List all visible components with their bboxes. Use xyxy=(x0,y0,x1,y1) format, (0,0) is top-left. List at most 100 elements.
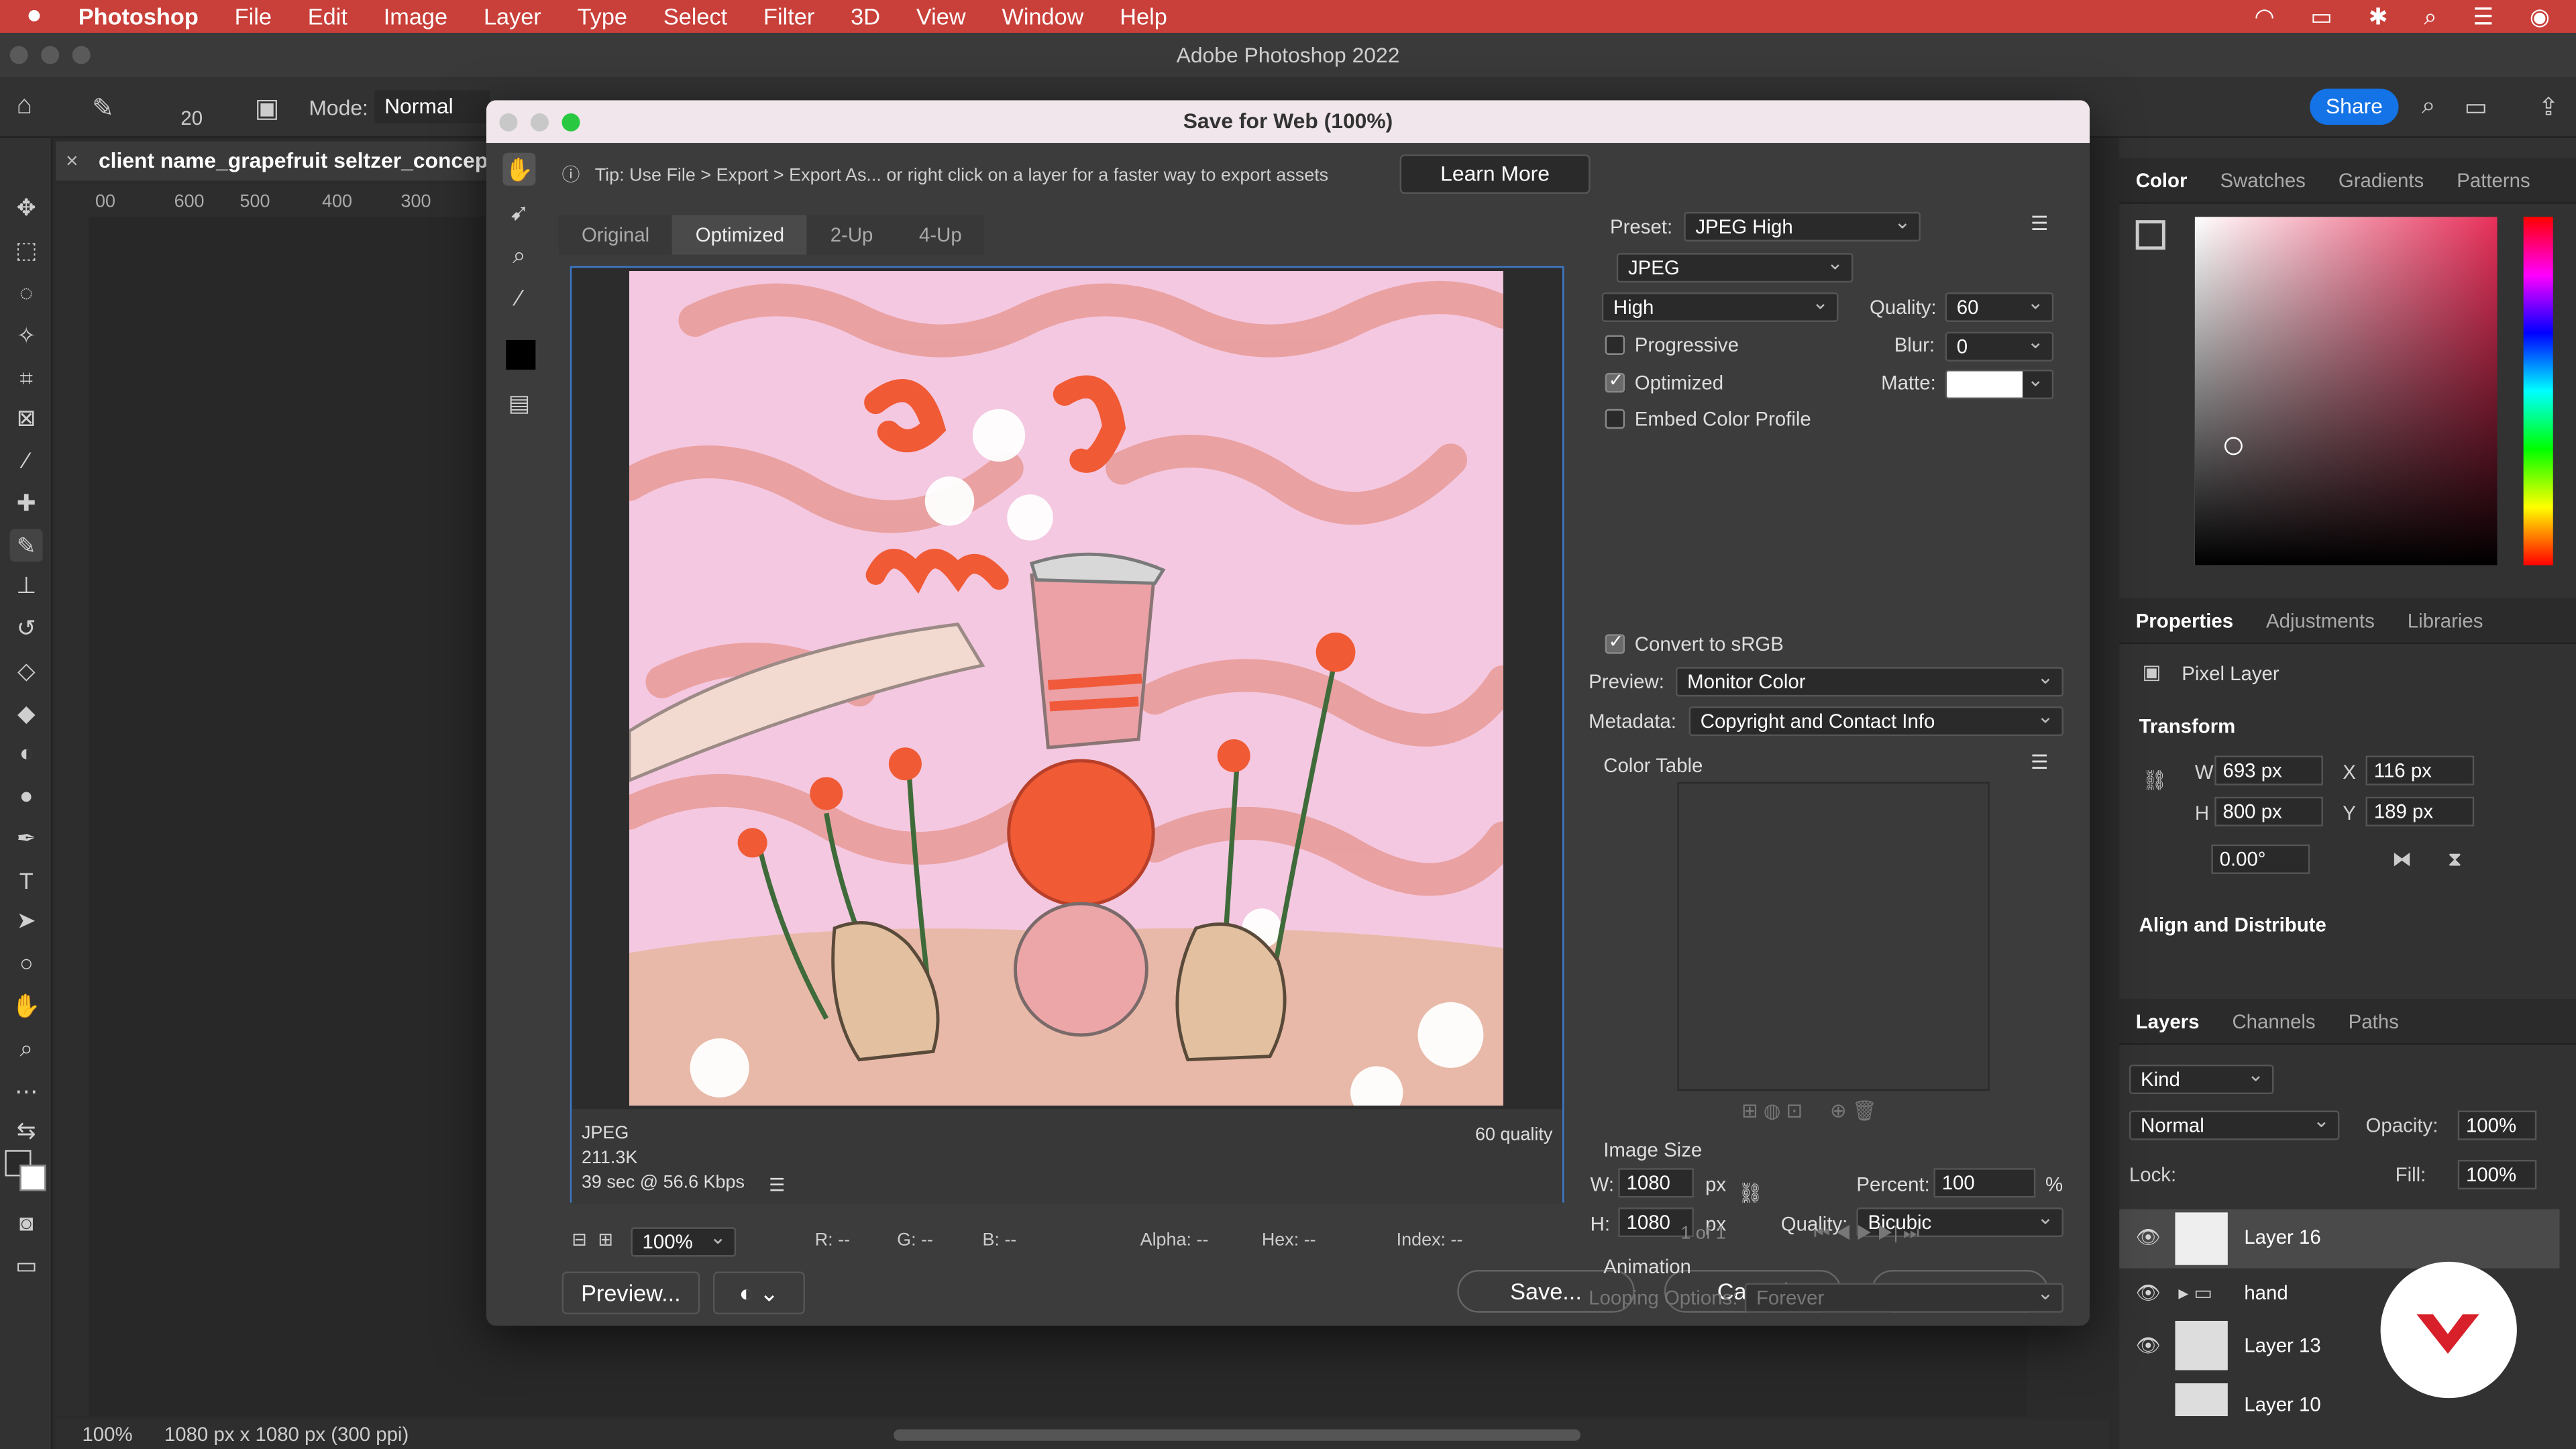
menu-file[interactable]: File xyxy=(217,3,290,30)
menu-layer[interactable]: Layer xyxy=(466,3,559,30)
opacity-field[interactable]: 100% xyxy=(2457,1110,2537,1140)
download-rate-menu-icon[interactable]: ☰ xyxy=(769,1175,785,1195)
matte-select[interactable] xyxy=(1945,370,2054,400)
blend-mode-select[interactable]: Normal xyxy=(2129,1110,2340,1140)
layer-name[interactable]: hand xyxy=(2244,1281,2288,1304)
hand-tool-icon[interactable]: ✋ xyxy=(502,152,536,186)
dialog-minimize-button[interactable] xyxy=(531,113,549,131)
visibility-eye-icon[interactable]: 👁 xyxy=(2136,1334,2161,1357)
dialog-zoom-button[interactable] xyxy=(561,113,580,131)
link-icon[interactable]: ⛓ xyxy=(2142,769,2167,792)
search-icon[interactable]: ⌕ xyxy=(2422,92,2436,120)
embed-profile-checkbox[interactable] xyxy=(1605,409,1625,429)
zoom-out-icon[interactable]: ⊟ xyxy=(572,1229,587,1250)
color-table-menu-icon[interactable]: ☰ xyxy=(2031,751,2048,773)
document-info[interactable]: 1080 px x 1080 px (300 ppi) xyxy=(164,1419,409,1449)
menu-select[interactable]: Select xyxy=(645,3,745,30)
window-minimize-button[interactable] xyxy=(41,46,60,64)
layer-name[interactable]: Layer 16 xyxy=(2244,1226,2320,1248)
visibility-eye-icon[interactable]: 👁 xyxy=(2136,1281,2161,1304)
fill-field[interactable]: 100% xyxy=(2457,1159,2537,1190)
transform-heading[interactable]: Transform xyxy=(2139,714,2236,737)
dialog-close-button[interactable] xyxy=(499,113,518,131)
tab-layers[interactable]: Layers xyxy=(2119,1010,2216,1032)
wifi-icon[interactable]: ◠ xyxy=(2237,3,2293,31)
visibility-eye-icon[interactable]: 👁 xyxy=(2136,1226,2161,1248)
metadata-select[interactable]: Copyright and Contact Info xyxy=(1688,706,2063,737)
lasso-tool-icon[interactable]: ◌ xyxy=(10,276,43,309)
learn-more-button[interactable]: Learn More xyxy=(1399,154,1591,194)
window-zoom-button[interactable] xyxy=(72,46,91,64)
slice-select-icon[interactable]: ➹ xyxy=(502,195,535,228)
horizontal-scrollbar[interactable] xyxy=(894,1429,1580,1441)
tab-channels[interactable]: Channels xyxy=(2216,1010,2332,1032)
tab-original[interactable]: Original xyxy=(558,215,673,255)
tab-color[interactable]: Color xyxy=(2119,168,2204,191)
tab-gradients[interactable]: Gradients xyxy=(2322,168,2440,191)
swap-colors-icon[interactable]: ⇆ xyxy=(10,1114,43,1146)
marquee-tool-icon[interactable]: ⬚ xyxy=(10,233,43,266)
brush-tool-icon[interactable]: ✎ xyxy=(92,92,114,125)
paint-bucket-icon[interactable]: ◆ xyxy=(10,696,43,729)
format-select[interactable]: JPEG xyxy=(1616,253,1854,283)
constrain-link-icon[interactable]: ⛓ xyxy=(1738,1181,1763,1204)
tab-optimized[interactable]: Optimized xyxy=(672,215,808,255)
optimized-checkbox[interactable] xyxy=(1605,370,1625,393)
flip-vertical-icon[interactable]: ⧗ xyxy=(2448,848,2462,873)
quality-field[interactable]: 60 xyxy=(1945,292,2054,323)
zoom-tool-icon[interactable]: ⌕ xyxy=(10,1032,43,1065)
quick-select-tool-icon[interactable]: ✧ xyxy=(10,319,43,352)
preview-browser-button[interactable]: ◐ ⌄ xyxy=(712,1271,806,1315)
brush-settings-icon[interactable]: ▣ xyxy=(255,92,280,125)
flip-horizontal-icon[interactable]: ⧓ xyxy=(2392,848,2412,871)
height-field[interactable]: 800 px xyxy=(2214,796,2323,826)
y-field[interactable]: 189 px xyxy=(2365,796,2475,826)
x-field[interactable]: 116 px xyxy=(2365,755,2475,786)
path-select-icon[interactable]: ➤ xyxy=(10,904,43,936)
width-field[interactable]: 1080 xyxy=(1618,1168,1694,1198)
zoom-in-icon[interactable]: ⊞ xyxy=(598,1229,613,1250)
tab-swatches[interactable]: Swatches xyxy=(2204,168,2322,191)
brush-tool-icon[interactable]: ✎ xyxy=(9,529,43,562)
angle-field[interactable]: 0.00° xyxy=(2211,844,2310,874)
menu-image[interactable]: Image xyxy=(366,3,466,30)
blur-field[interactable]: 0 xyxy=(1945,331,2054,362)
tab-2up[interactable]: 2-Up xyxy=(807,215,896,255)
bluetooth-icon[interactable]: ✱ xyxy=(2351,3,2406,31)
align-distribute-heading[interactable]: Align and Distribute xyxy=(2139,914,2326,936)
siri-icon[interactable]: ◉ xyxy=(2512,3,2576,31)
percent-field[interactable]: 100 xyxy=(1933,1168,2036,1198)
workspace-icon[interactable]: ▭ xyxy=(2464,92,2487,122)
hue-slider[interactable] xyxy=(2523,217,2553,566)
eyedropper-tool-icon[interactable]: ⁄ xyxy=(10,443,43,476)
toggle-slices-icon[interactable]: ▤ xyxy=(502,386,535,419)
brush-size[interactable]: 20 xyxy=(180,107,203,129)
control-center-icon[interactable]: ☰ xyxy=(2455,3,2512,31)
ellipse-tool-icon[interactable]: ○ xyxy=(10,947,43,979)
export-icon[interactable]: ⇪ xyxy=(2538,92,2559,122)
home-icon[interactable]: ⌂ xyxy=(16,92,32,121)
preview-select[interactable]: Monitor Color xyxy=(1675,667,2063,697)
preset-select[interactable]: JPEG High xyxy=(1684,211,1921,242)
menu-app[interactable]: Photoshop xyxy=(60,3,217,30)
search-icon[interactable]: ⌕ xyxy=(2406,3,2455,31)
mode-select[interactable]: Normal xyxy=(374,90,490,123)
apple-icon[interactable]: ● xyxy=(0,1,60,31)
menu-type[interactable]: Type xyxy=(559,3,645,30)
tab-adjustments[interactable]: Adjustments xyxy=(2250,608,2392,631)
screen-mode-icon[interactable]: ▭ xyxy=(10,1248,43,1281)
download-time[interactable]: 39 sec @ 56.6 Kbps xyxy=(582,1171,1552,1196)
layer-name[interactable]: Layer 13 xyxy=(2244,1334,2320,1357)
color-table-icons[interactable]: ⊞ ◍ ⊡ ⊕ 🗑 xyxy=(1741,1099,1877,1122)
layer-name[interactable]: Layer 10 xyxy=(2244,1393,2320,1416)
tab-paths[interactable]: Paths xyxy=(2332,1010,2415,1032)
type-tool-icon[interactable]: T xyxy=(10,864,43,897)
tab-4up[interactable]: 4-Up xyxy=(896,215,985,255)
eyedropper-tool-icon[interactable]: ⁄ xyxy=(502,281,535,314)
background-color-swatch[interactable] xyxy=(19,1165,46,1191)
crop-tool-icon[interactable]: ⌗ xyxy=(10,362,43,394)
battery-icon[interactable]: ▭ xyxy=(2292,3,2350,31)
zoom-level[interactable]: 100% xyxy=(82,1419,132,1449)
width-field[interactable]: 693 px xyxy=(2214,755,2323,786)
tab-libraries[interactable]: Libraries xyxy=(2391,608,2500,631)
